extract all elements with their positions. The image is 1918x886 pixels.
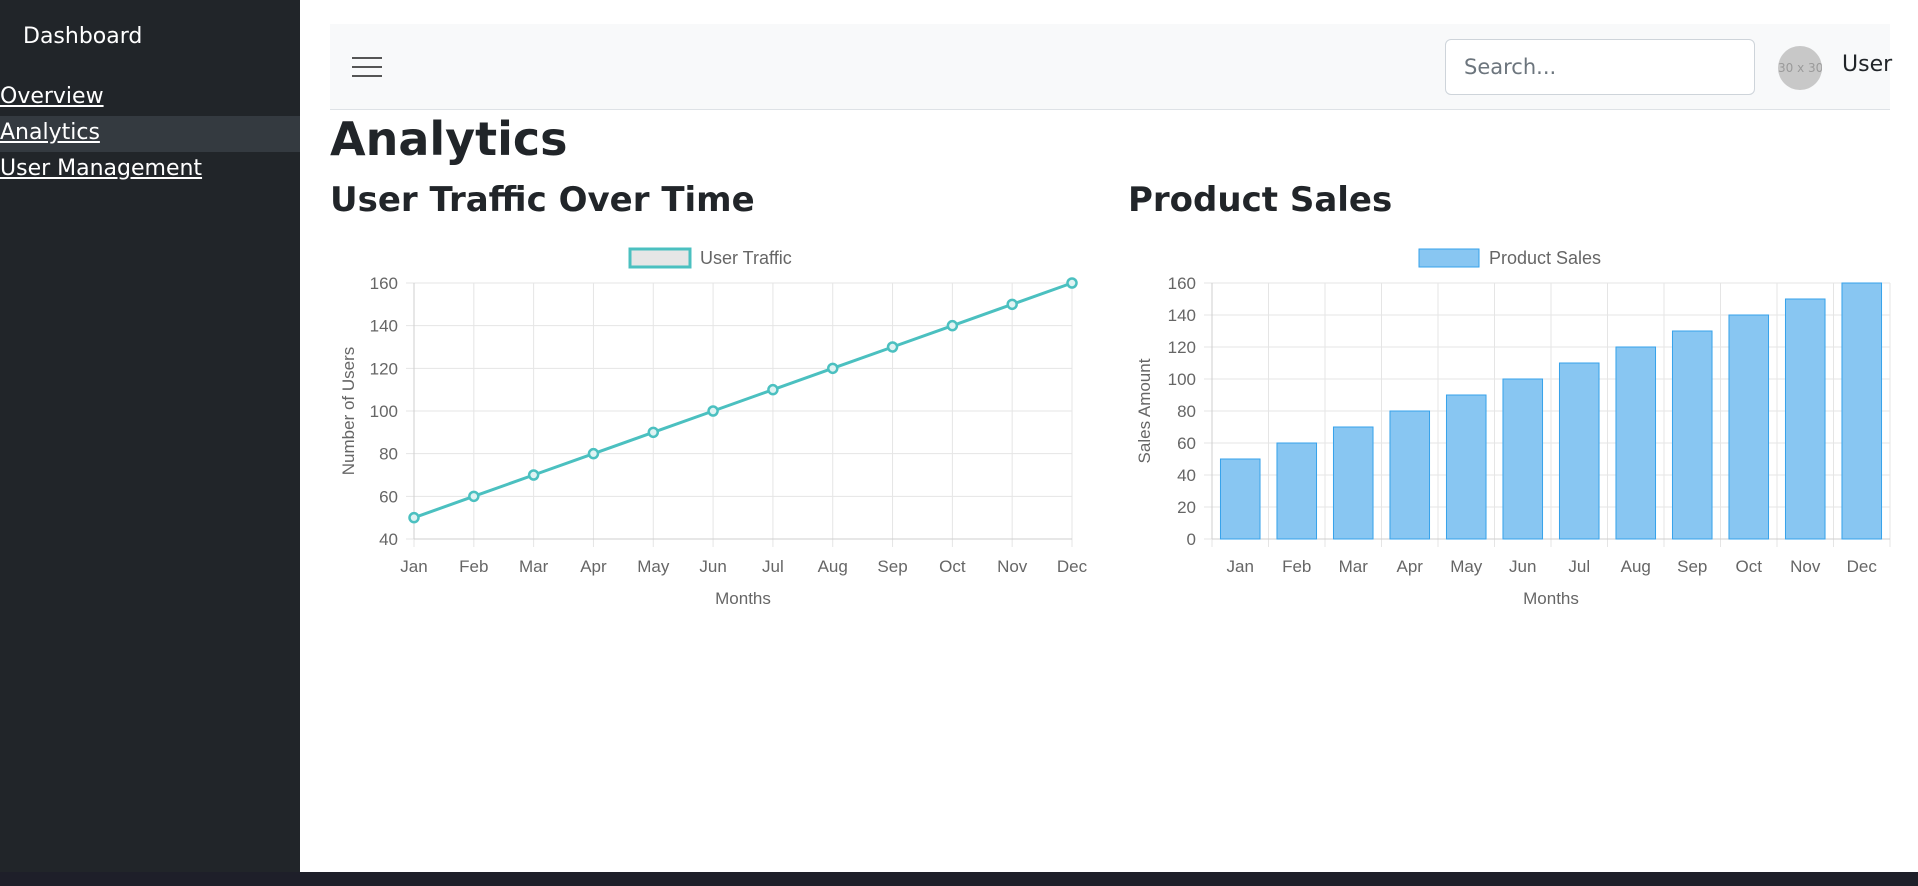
- x-tick-label: Jul: [762, 557, 784, 576]
- y-tick-label: 120: [1168, 338, 1196, 357]
- x-tick-label: Jan: [400, 557, 427, 576]
- y-tick-label: 160: [370, 274, 398, 293]
- sidebar-item-analytics: Analytics: [0, 116, 300, 152]
- point-sep: [886, 341, 899, 353]
- x-tick-label: Dec: [1847, 557, 1878, 576]
- y-tick-label: 100: [370, 402, 398, 421]
- y-tick-label: 140: [370, 317, 398, 336]
- x-tick-label: Nov: [1790, 557, 1821, 576]
- y-tick-label: 160: [1168, 274, 1196, 293]
- menu-toggle-icon[interactable]: [352, 54, 382, 80]
- y-axis-title: Sales Amount: [1135, 358, 1154, 463]
- x-tick-label: Sep: [877, 557, 907, 576]
- y-tick-label: 140: [1168, 306, 1196, 325]
- y-axis-title: Number of Users: [339, 347, 358, 475]
- point-dec: [1066, 277, 1078, 289]
- point-oct: [946, 319, 959, 332]
- taskbar: [0, 872, 1918, 886]
- search-input[interactable]: [1445, 39, 1755, 95]
- point-feb: [468, 490, 480, 503]
- bar-jul: [1558, 362, 1600, 540]
- x-tick-label: Jul: [1568, 557, 1590, 576]
- legend-swatch: [628, 247, 692, 269]
- y-tick-label: 80: [1177, 402, 1196, 421]
- y-tick-label: 100: [1168, 370, 1196, 389]
- x-tick-label: Jun: [699, 557, 726, 576]
- sidebar-brand: Dashboard: [23, 24, 143, 49]
- point-mar: [527, 469, 540, 481]
- top-navbar: 30 x 30 User: [330, 24, 1892, 110]
- x-tick-label: Oct: [939, 557, 966, 576]
- y-tick-label: 60: [379, 487, 398, 506]
- series-line: [413, 281, 1073, 520]
- x-tick-label: Apr: [1397, 557, 1424, 576]
- x-tick-label: Jun: [1509, 557, 1536, 576]
- x-tick-label: Mar: [1339, 557, 1369, 576]
- y-tick-label: 120: [370, 359, 398, 378]
- legend-label: Product Sales: [1489, 248, 1601, 268]
- x-tick-label: Dec: [1057, 557, 1088, 576]
- bar-dec: [1841, 282, 1883, 540]
- x-tick-label: Feb: [1282, 557, 1311, 576]
- sidebar-item-user-management: User Management: [0, 152, 300, 188]
- bar-aug: [1615, 346, 1657, 540]
- x-axis-title: Months: [1523, 589, 1579, 608]
- x-tick-label: Feb: [459, 557, 488, 576]
- x-tick-label: Oct: [1736, 557, 1763, 576]
- point-jul: [767, 383, 779, 396]
- bar-sep: [1671, 330, 1713, 540]
- sales-chart-title: Product Sales: [1128, 180, 1393, 220]
- x-tick-label: Mar: [519, 557, 549, 576]
- sales-bar-chart: Product Sales 0 20 40 60 80 100 120 140 160 Jan Feb…: [1135, 248, 1891, 608]
- x-tick-label: Aug: [818, 557, 848, 576]
- x-tick-label: Nov: [997, 557, 1028, 576]
- sidebar: Dashboard Overview Analytics User Manage…: [0, 0, 300, 872]
- x-tick-label: May: [637, 557, 670, 576]
- bar-may: [1445, 394, 1487, 540]
- x-tick-label: Sep: [1677, 557, 1707, 576]
- sidebar-link-user-management[interactable]: User Management: [0, 156, 202, 181]
- bar-oct: [1728, 314, 1770, 540]
- page-title: Analytics: [330, 112, 568, 166]
- legend-swatch: [1418, 248, 1480, 268]
- bar-apr: [1389, 410, 1431, 540]
- x-tick-label: May: [1450, 557, 1483, 576]
- x-axis-title: Months: [715, 589, 771, 608]
- bar-jan: [1219, 458, 1261, 540]
- bar-jun: [1502, 378, 1544, 540]
- traffic-chart-title: User Traffic Over Time: [330, 180, 755, 220]
- y-tick-label: 20: [1177, 498, 1196, 517]
- sidebar-link-analytics[interactable]: Analytics: [0, 120, 100, 145]
- point-nov: [1006, 298, 1018, 311]
- point-aug: [826, 362, 839, 375]
- sidebar-link-overview[interactable]: Overview: [0, 84, 104, 109]
- point-jun: [707, 405, 719, 417]
- x-tick-label: Jan: [1227, 557, 1254, 576]
- legend-label: User Traffic: [700, 248, 792, 268]
- x-tick-label: Aug: [1621, 557, 1651, 576]
- traffic-line-chart: User Traffic 40 60 80 100 120 140 160 Jan Feb Mar A…: [339, 247, 1088, 608]
- y-tick-label: 0: [1187, 530, 1196, 549]
- bar-mar: [1332, 426, 1374, 540]
- avatar[interactable]: 30 x 30: [1778, 46, 1822, 90]
- user-menu-label[interactable]: User: [1842, 52, 1892, 77]
- y-tick-label: 40: [1177, 466, 1196, 485]
- bar-nov: [1784, 298, 1826, 540]
- y-tick-label: 60: [1177, 434, 1196, 453]
- bar-feb: [1276, 442, 1318, 540]
- point-jan: [408, 511, 420, 524]
- sidebar-item-overview: Overview: [0, 80, 300, 116]
- point-may: [647, 426, 660, 439]
- y-tick-label: 80: [379, 445, 398, 464]
- y-tick-label: 40: [379, 530, 398, 549]
- x-tick-label: Apr: [580, 557, 607, 576]
- point-apr: [587, 447, 600, 460]
